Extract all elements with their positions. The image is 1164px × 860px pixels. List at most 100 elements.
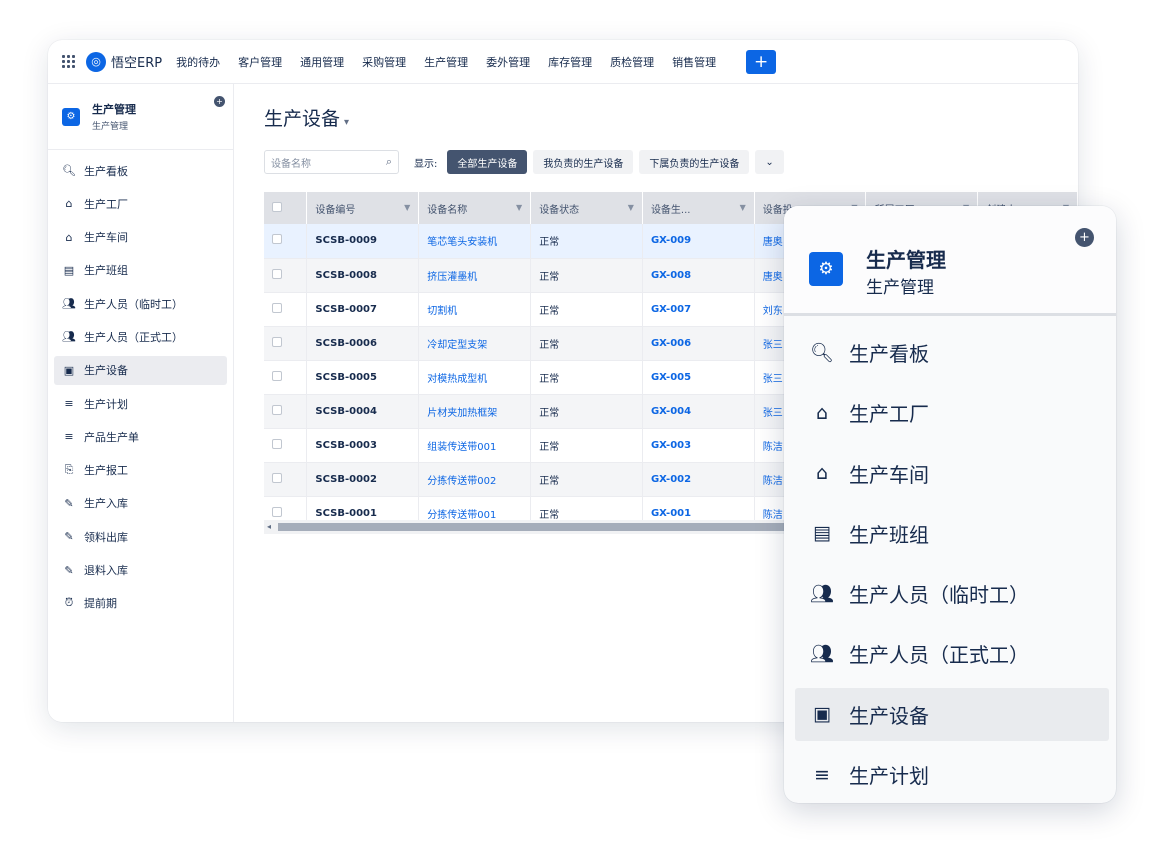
- sidebar-item[interactable]: ⎘ 生产报工: [54, 456, 227, 485]
- add-circle-icon[interactable]: +: [1075, 228, 1094, 247]
- zoomed-sidebar-item-label: 生产设备: [849, 703, 929, 728]
- column-header[interactable]: 设备名称 ▼: [418, 192, 532, 224]
- zoomed-sidebar-item[interactable]: ▤ 生产班组: [795, 507, 1109, 560]
- sidebar-item[interactable]: ⌂ 生产工厂: [54, 189, 227, 218]
- row-checkbox[interactable]: [272, 404, 282, 415]
- nav-item[interactable]: 通用管理: [300, 54, 344, 70]
- row-checkbox[interactable]: [272, 336, 282, 347]
- equipment-status-cell: 正常: [530, 462, 643, 497]
- zoomed-sidebar-item[interactable]: 🔍︎ 生产看板: [795, 326, 1109, 379]
- row-checkbox[interactable]: [272, 302, 282, 313]
- show-label: 显示:: [414, 158, 438, 170]
- equipment-name-link[interactable]: 分拣传送带002: [418, 462, 532, 497]
- brand-name[interactable]: 悟空ERP: [111, 52, 162, 71]
- select-all-checkbox[interactable]: [272, 201, 282, 212]
- checkbox-cell: [264, 462, 308, 497]
- filter-icon[interactable]: ▼: [516, 203, 522, 212]
- sidebar-item[interactable]: ≡ 生产计划: [54, 389, 227, 418]
- sidebar-item-label: 生产车间: [84, 231, 128, 245]
- caret-down-icon[interactable]: ▾: [344, 117, 349, 128]
- column-header[interactable]: 设备状态 ▼: [530, 192, 643, 224]
- process-link[interactable]: GX-009: [642, 224, 755, 259]
- sidebar-item[interactable]: ✎ 领料出库: [54, 522, 227, 551]
- equipment-code-cell: SCSB-0003: [306, 428, 420, 463]
- equipment-name-link[interactable]: 组装传送带001: [418, 428, 532, 463]
- nav-item[interactable]: 销售管理: [672, 54, 716, 70]
- filter-icon[interactable]: ▼: [740, 203, 746, 212]
- zoomed-sidebar-item[interactable]: 👥︎ 生产人员（正式工）: [795, 627, 1109, 680]
- row-checkbox[interactable]: [272, 268, 282, 279]
- search-input[interactable]: 设备名称 ⌕: [264, 150, 399, 174]
- scroll-left-icon[interactable]: ◂: [267, 522, 271, 531]
- edit-doc-icon: ✎: [64, 496, 74, 510]
- nav-item[interactable]: 生产管理: [424, 54, 468, 70]
- row-checkbox[interactable]: [272, 234, 282, 245]
- equipment-name-link[interactable]: 切割机: [418, 292, 532, 327]
- sidebar-item[interactable]: ✎ 退料入库: [54, 556, 227, 585]
- zoomed-sidebar-title: 生产管理: [866, 248, 946, 272]
- filter-icon[interactable]: ▼: [404, 203, 410, 212]
- nav-item[interactable]: 采购管理: [362, 54, 406, 70]
- equipment-name-link[interactable]: 冷却定型支架: [418, 326, 532, 361]
- sidebar-item[interactable]: ≡ 产品生产单: [54, 422, 227, 451]
- app-switcher-icon[interactable]: [62, 54, 76, 69]
- row-checkbox[interactable]: [272, 370, 282, 381]
- nav-item[interactable]: 我的待办: [176, 54, 220, 70]
- process-link[interactable]: GX-006: [642, 326, 755, 361]
- page-title[interactable]: 生产设备 ▾: [264, 104, 349, 131]
- sidebar-item[interactable]: 👥︎ 生产人员（正式工）: [54, 322, 227, 351]
- equipment-name-link[interactable]: 对模热成型机: [418, 360, 532, 395]
- add-circle-icon[interactable]: +: [214, 96, 225, 107]
- sidebar-item-label: 退料入库: [84, 564, 128, 578]
- equipment-status-cell: 正常: [530, 292, 643, 327]
- row-checkbox[interactable]: [272, 472, 282, 483]
- sidebar-item[interactable]: ✎ 生产入库: [54, 489, 227, 518]
- nav-item[interactable]: 委外管理: [486, 54, 530, 70]
- filter-icon[interactable]: ▼: [628, 203, 634, 212]
- sidebar-item-label: 生产班组: [84, 264, 128, 278]
- filter-chip[interactable]: 下属负责的生产设备: [639, 150, 750, 174]
- process-link[interactable]: GX-008: [642, 258, 755, 293]
- process-link[interactable]: GX-005: [642, 360, 755, 395]
- sidebar-item[interactable]: ▣ 生产设备: [54, 355, 227, 385]
- list-icon: ≡: [814, 763, 830, 786]
- create-button[interactable]: +: [746, 49, 777, 74]
- sidebar-item[interactable]: ⏰︎ 提前期: [54, 589, 227, 618]
- zoomed-sidebar-item[interactable]: ≡ 生产计划: [795, 748, 1109, 801]
- zoomed-sidebar-item[interactable]: ⌂ 生产工厂: [795, 386, 1109, 439]
- zoomed-sidebar-menu: 🔍︎ 生产看板 ⌂ 生产工厂 ⌂ 生产车间 ▤ 生产班组 👥︎ 生产人员（临时工） 👥︎ 生产人员（正…: [784, 316, 1116, 801]
- checkbox-cell: [264, 326, 308, 361]
- row-checkbox[interactable]: [272, 506, 282, 517]
- search-placeholder: 设备名称: [271, 158, 311, 170]
- column-header[interactable]: 设备生... ▼: [642, 192, 755, 224]
- more-filters-button[interactable]: ⌄: [755, 150, 784, 174]
- filter-chip[interactable]: 我负责的生产设备: [533, 150, 634, 174]
- process-link[interactable]: GX-002: [642, 462, 755, 497]
- search-icon: 🔍︎: [62, 164, 76, 177]
- equipment-name-link[interactable]: 片材夹加热框架: [418, 394, 532, 429]
- process-link[interactable]: GX-007: [642, 292, 755, 327]
- zoomed-sidebar-item[interactable]: ⌂ 生产车间: [795, 447, 1109, 500]
- top-navigation: ◎ 悟空ERP 我的待办 客户管理 通用管理 采购管理 生产管理 委外管理 库存管理 质检管理…: [48, 40, 1078, 84]
- nav-item[interactable]: 客户管理: [238, 54, 282, 70]
- sidebar-item-label: 生产入库: [84, 497, 128, 511]
- filter-chip[interactable]: 全部生产设备: [447, 150, 528, 174]
- nav-item[interactable]: 质检管理: [610, 54, 654, 70]
- select-all-cell: [264, 192, 308, 224]
- sidebar-item-label: 生产工厂: [84, 197, 128, 211]
- equipment-name-link[interactable]: 挤压灌墨机: [418, 258, 532, 293]
- nav-item[interactable]: 库存管理: [548, 54, 592, 70]
- sidebar-item[interactable]: 🔍︎ 生产看板: [54, 156, 227, 185]
- equipment-status-cell: 正常: [530, 428, 643, 463]
- zoomed-sidebar-item[interactable]: 👥︎ 生产人员（临时工）: [795, 567, 1109, 620]
- column-header[interactable]: 设备编号 ▼: [306, 192, 420, 224]
- sidebar-item[interactable]: 👥︎ 生产人员（临时工）: [54, 289, 227, 318]
- equipment-name-link[interactable]: 笔芯笔头安装机: [418, 224, 532, 259]
- process-link[interactable]: GX-003: [642, 428, 755, 463]
- process-link[interactable]: GX-004: [642, 394, 755, 429]
- row-checkbox[interactable]: [272, 438, 282, 449]
- zoomed-sidebar-item[interactable]: ▣ 生产设备: [795, 687, 1109, 741]
- sidebar-item[interactable]: ▤ 生产班组: [54, 256, 227, 285]
- search-icon[interactable]: ⌕: [386, 155, 392, 169]
- sidebar-item[interactable]: ⌂ 生产车间: [54, 223, 227, 252]
